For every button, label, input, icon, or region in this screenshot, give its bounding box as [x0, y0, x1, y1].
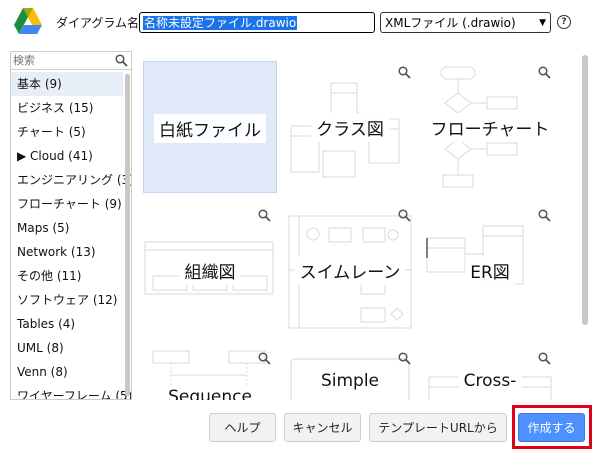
category-item-basic[interactable]: 基本 (9): [11, 72, 123, 96]
template-url-button[interactable]: テンプレートURLから: [369, 413, 507, 442]
zoom-icon[interactable]: [258, 352, 271, 365]
highlight-frame: [512, 405, 592, 449]
template-label: ER図: [465, 256, 515, 285]
category-item-venn[interactable]: Venn (8): [11, 360, 123, 384]
cancel-button[interactable]: キャンセル: [284, 413, 361, 442]
template-tile-simple[interactable]: Simple: [283, 347, 417, 400]
template-tile-org-chart[interactable]: 組織図: [143, 204, 277, 336]
zoom-icon[interactable]: [398, 209, 411, 222]
template-tile-er-diagram[interactable]: ER図: [423, 204, 557, 336]
category-item-maps[interactable]: Maps (5): [11, 216, 123, 240]
category-item-engineering[interactable]: エンジニアリング (3): [11, 168, 131, 192]
zoom-icon[interactable]: [258, 209, 271, 222]
zoom-icon[interactable]: [398, 352, 411, 365]
template-label: 組織図: [179, 256, 241, 285]
search-icon[interactable]: [115, 54, 128, 67]
zoom-icon[interactable]: [538, 66, 551, 79]
template-label: フローチャート: [425, 113, 555, 142]
category-item-tables[interactable]: Tables (4): [11, 312, 123, 336]
template-label: クラス図: [311, 113, 389, 142]
category-sidebar: 基本 (9) ビジネス (15) チャート (5) ▶ Cloud (41) エ…: [10, 51, 132, 400]
file-format-value: XMLファイル (.drawio): [385, 16, 516, 30]
category-item-business[interactable]: ビジネス (15): [11, 96, 123, 120]
template-tile-flowchart[interactable]: フローチャート: [423, 61, 557, 193]
diagram-name-input[interactable]: 名称未設定ファイル.drawio: [139, 12, 375, 33]
help-icon[interactable]: ?: [557, 15, 571, 29]
chevron-down-icon: ▼: [539, 17, 546, 28]
diagram-name-value: 名称未設定ファイル.drawio: [143, 16, 298, 30]
category-item-cloud[interactable]: ▶ Cloud (41): [11, 144, 123, 168]
template-tile-cross-functional[interactable]: Cross-: [423, 347, 557, 400]
help-button[interactable]: ヘルプ: [209, 413, 276, 442]
category-item-wireframes[interactable]: ワイヤーフレーム (5): [11, 384, 131, 399]
template-tile-swimlane[interactable]: スイムレーン: [283, 204, 417, 336]
google-drive-icon: [14, 8, 42, 34]
category-item-software[interactable]: ソフトウェア (12): [11, 288, 123, 312]
template-tile-class-diagram[interactable]: クラス図: [283, 61, 417, 193]
category-item-uml[interactable]: UML (8): [11, 336, 123, 360]
template-label: Sequence: [163, 385, 257, 400]
category-item-network[interactable]: Network (13): [11, 240, 123, 264]
category-search-box: [11, 52, 131, 70]
template-label: スイムレーン: [294, 256, 406, 285]
zoom-icon[interactable]: [398, 66, 411, 79]
template-tile-sequence[interactable]: Sequence: [143, 347, 277, 400]
category-item-other[interactable]: その他 (11): [11, 264, 123, 288]
category-search-input[interactable]: [13, 53, 113, 68]
sidebar-scrollbar[interactable]: [125, 74, 130, 396]
template-grid-scrollbar[interactable]: [582, 55, 588, 325]
zoom-icon[interactable]: [538, 352, 551, 365]
template-label: Cross-: [458, 369, 522, 393]
category-list: 基本 (9) ビジネス (15) チャート (5) ▶ Cloud (41) エ…: [11, 72, 131, 399]
template-label: 白紙ファイル: [154, 114, 266, 143]
zoom-icon[interactable]: [538, 209, 551, 222]
category-item-flowchart[interactable]: フローチャート (9): [11, 192, 123, 216]
diagram-name-label: ダイアグラム名:: [56, 16, 144, 30]
template-tile-blank[interactable]: 白紙ファイル: [143, 61, 277, 193]
template-grid: 白紙ファイル クラス図 フローチャート 組織図 スイムレーン ER図 Seque…: [133, 51, 592, 400]
template-label: Simple: [315, 369, 385, 393]
file-format-select[interactable]: XMLファイル (.drawio) ▼: [380, 12, 551, 33]
category-item-charts[interactable]: チャート (5): [11, 120, 123, 144]
